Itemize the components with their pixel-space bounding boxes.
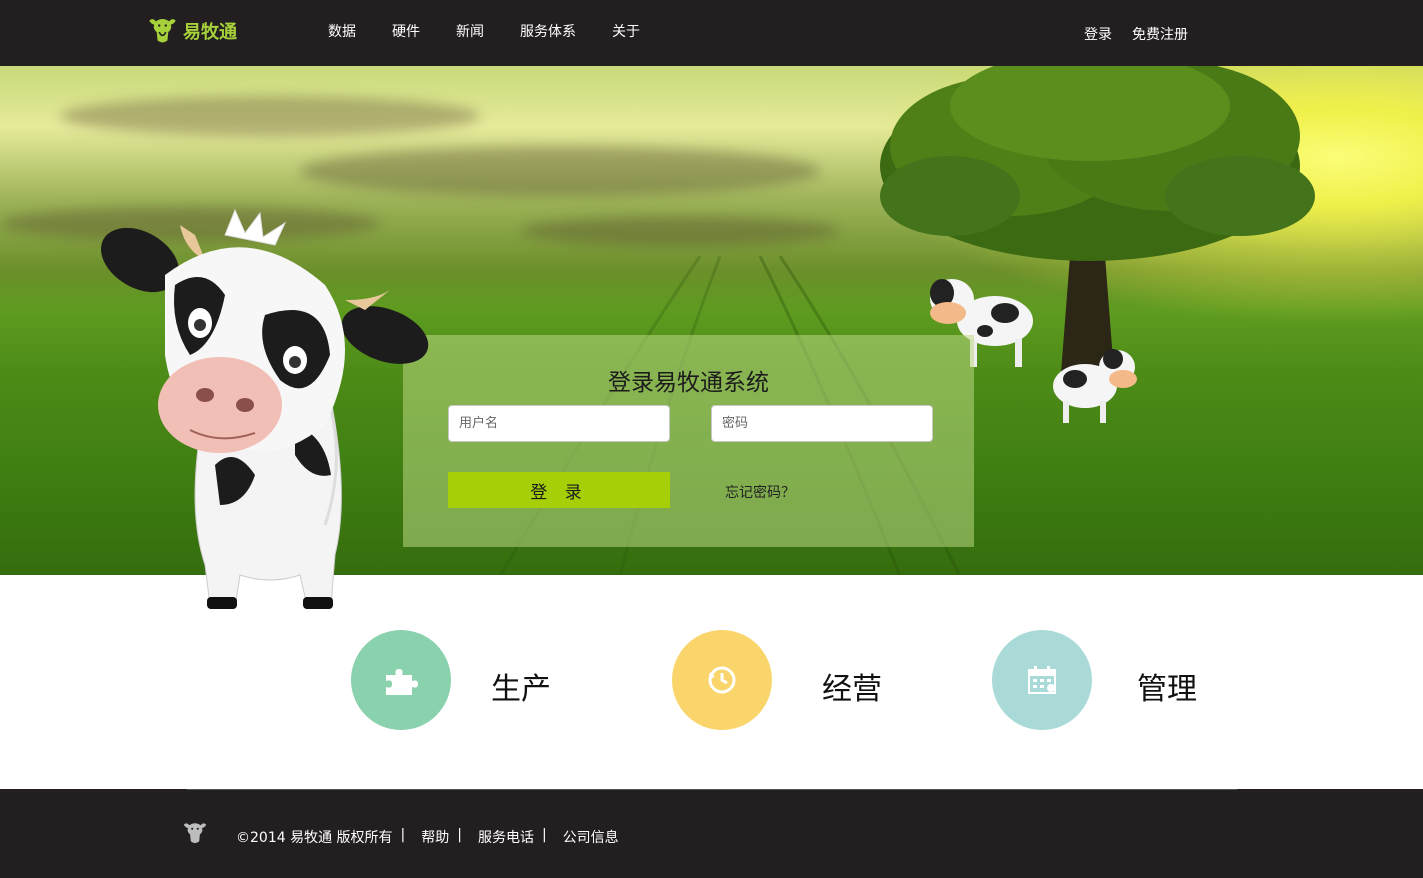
footer-help-link[interactable]: 帮助 <box>421 827 449 847</box>
footer-company-link[interactable]: 公司信息 <box>563 827 619 847</box>
footer: ©2014 易牧通 版权所有 | 帮助 | 服务电话 | 公司信息 <box>0 789 1423 878</box>
footer-separator: | <box>541 827 547 843</box>
feature-management[interactable]: 管理 <box>992 630 1197 730</box>
brand-name: 易牧通 <box>183 21 237 43</box>
feature-operation-circle <box>672 630 772 730</box>
nav-item-hardware[interactable]: 硬件 <box>392 21 420 41</box>
login-title: 登录易牧通系统 <box>608 370 769 396</box>
feature-management-circle <box>992 630 1092 730</box>
feature-management-label: 管理 <box>1137 672 1197 707</box>
nav-item-service[interactable]: 服务体系 <box>520 21 576 41</box>
main-nav: 数据 硬件 新闻 服务体系 关于 <box>328 21 676 41</box>
login-panel: 登录易牧通系统 登 录 忘记密码？ <box>403 335 974 547</box>
cow-logo-icon <box>183 823 207 844</box>
top-navbar: 易牧通 数据 硬件 新闻 服务体系 关于 登录 免费注册 <box>0 0 1423 66</box>
username-input[interactable] <box>448 405 670 442</box>
forgot-password-link[interactable]: 忘记密码？ <box>725 482 795 502</box>
password-input[interactable] <box>711 405 933 442</box>
feature-production-circle <box>351 630 451 730</box>
feature-production[interactable]: 生产 <box>351 630 551 730</box>
register-link[interactable]: 免费注册 <box>1132 24 1188 44</box>
brand-logo[interactable]: 易牧通 <box>146 14 237 47</box>
cow-logo-icon <box>149 18 176 43</box>
login-link[interactable]: 登录 <box>1084 24 1112 44</box>
cloud <box>60 96 480 136</box>
footer-copyright: ©2014 易牧通 版权所有 <box>236 830 393 846</box>
feature-operation[interactable]: 经营 <box>672 630 882 730</box>
nav-item-data[interactable]: 数据 <box>328 21 356 41</box>
calendar-icon <box>1028 666 1056 694</box>
cloud <box>300 146 820 196</box>
footer-links: ©2014 易牧通 版权所有 | 帮助 | 服务电话 | 公司信息 <box>236 827 627 847</box>
feature-production-label: 生产 <box>491 672 551 707</box>
login-button[interactable]: 登 录 <box>448 472 670 508</box>
footer-separator: | <box>457 827 462 843</box>
footer-divider <box>187 789 1237 790</box>
cloud <box>520 216 840 246</box>
history-icon <box>708 666 736 694</box>
cow-mascot-illustration <box>101 208 429 609</box>
nav-item-about[interactable]: 关于 <box>612 21 640 41</box>
puzzle-icon <box>386 669 418 695</box>
footer-separator: | <box>400 827 406 843</box>
feature-operation-label: 经营 <box>822 672 882 707</box>
small-cow-illustration <box>1053 349 1137 423</box>
auth-links: 登录 免费注册 <box>1084 24 1208 44</box>
footer-phone-link[interactable]: 服务电话 <box>478 827 534 847</box>
nav-item-news[interactable]: 新闻 <box>456 21 484 41</box>
